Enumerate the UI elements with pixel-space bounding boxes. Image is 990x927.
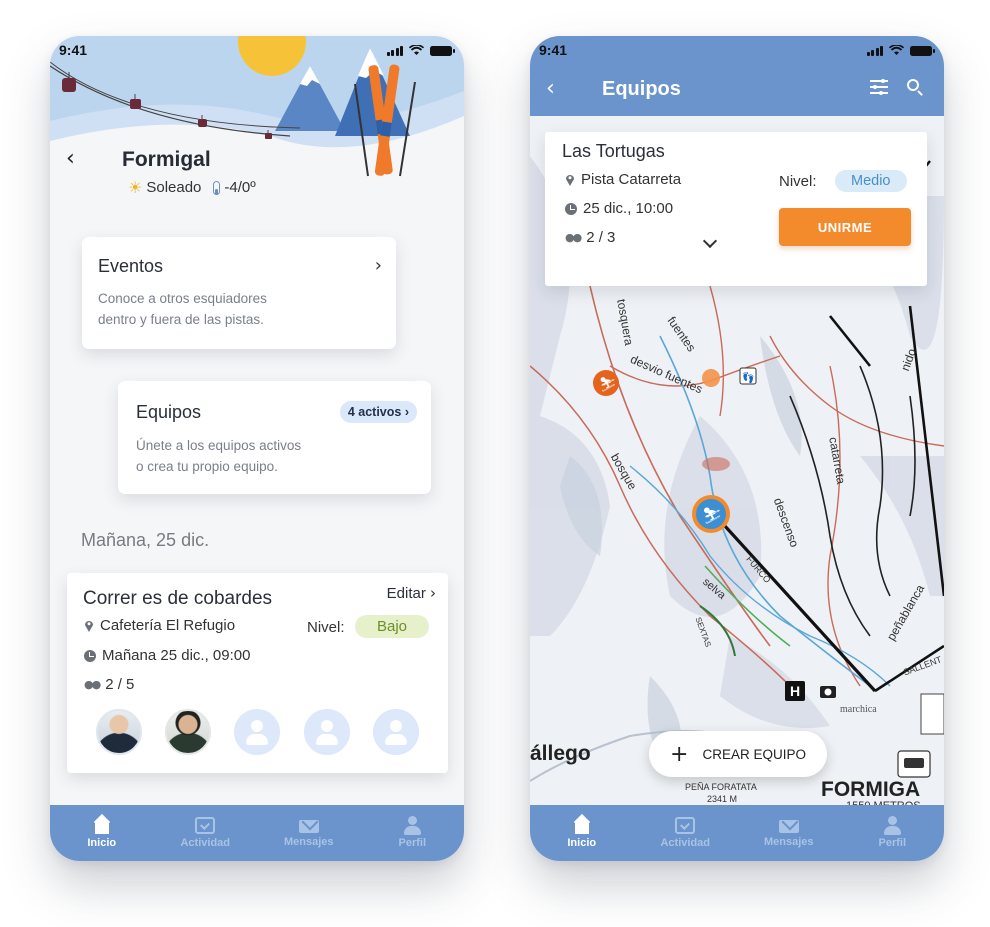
filter-icon[interactable] [870,79,888,95]
tab-inicio[interactable]: Inicio [50,805,154,861]
location-pin-icon [566,175,574,186]
team-location-row: Pista Catarreta [565,171,681,188]
clock-icon [84,649,96,662]
team-card[interactable]: Las Tortugas Pista Catarreta Nivel: Medi… [545,132,927,286]
map-label-pena-foratata: PEÑA FORATATA [685,782,757,792]
event-members-row: ●● 2 / 5 [84,676,134,693]
active-teams-badge: 4 activos › [339,401,417,423]
thermometer-icon [213,180,221,195]
section-date-heading: Mañana, 25 dic. [81,530,210,550]
eventos-title: Eventos [98,256,164,276]
group-icon: ●● [84,678,101,691]
plus-icon: + [670,741,689,767]
page-title: Equipos [602,78,681,100]
home-screen: 9:41 ‹ Formigal ☀ Soleado -4/0º Eventos … [50,36,464,861]
bottom-tab-bar: Inicio Actividad Mensajes Perfil [530,805,944,861]
edit-button[interactable]: Editar › [387,584,436,602]
bottom-tab-bar: Inicio Actividad Mensajes Perfil [50,805,464,861]
tab-inicio[interactable]: Inicio [530,805,634,861]
signal-icon [386,45,403,56]
map-label-formigal: FORMIGA [821,778,921,801]
location-pin-icon [85,621,93,632]
mail-icon [298,820,319,833]
event-time-row: Mañana 25 dic., 09:00 [84,647,250,664]
home-icon [92,817,112,834]
svg-text:H: H [790,683,800,699]
chevron-down-icon[interactable] [702,233,718,249]
tab-actividad[interactable]: Actividad [154,805,258,861]
map-label-pena-altitude: 2341 M [707,794,738,804]
calendar-check-icon [195,817,216,834]
svg-text:👣: 👣 [742,371,754,384]
mail-icon [778,820,799,833]
user-icon [882,816,902,835]
map-label-marchica: marchica [840,704,877,715]
team-members: 2 / 3 [586,229,616,246]
group-icon: ●● [565,231,582,244]
tab-mensajes[interactable]: Mensajes [257,805,361,861]
level-badge: Medio [835,170,907,192]
eventos-card[interactable]: Eventos › Conoce a otros esquiadores den… [82,237,396,349]
weather-temperature: -4/0º [224,179,256,196]
team-members-row: ●● 2 / 3 [565,229,615,246]
back-button[interactable]: ‹ [546,76,555,101]
tab-actividad[interactable]: Actividad [634,805,738,861]
event-time: Mañana 25 dic., 09:00 [102,647,251,664]
join-button[interactable]: UNIRME [779,208,911,246]
battery-icon [430,46,455,56]
equipos-description: Únete a los equipos activos o crea tu pr… [136,438,302,474]
event-members: 2 / 5 [105,676,135,693]
battery-icon [910,46,935,56]
search-icon[interactable] [907,79,919,91]
empty-slot-avatar[interactable] [373,709,419,755]
teams-map-screen: H ⛷ 👣 ⛷ tosquera fuentes desvio fuentes … [530,36,944,861]
team-location: Pista Catarreta [581,171,682,188]
svg-text:⛷: ⛷ [702,506,722,525]
tab-mensajes[interactable]: Mensajes [737,805,841,861]
chevron-right-icon: › [374,255,382,276]
member-avatar[interactable] [96,709,142,755]
team-time: 25 dic., 10:00 [583,200,674,217]
empty-slot-avatar[interactable] [234,709,280,755]
status-time: 9:41 [539,42,568,58]
eventos-description: Conoce a otros esquiadores dentro y fuer… [98,291,267,327]
home-icon [572,817,592,834]
empty-slot-avatar[interactable] [304,709,350,755]
calendar-check-icon [675,817,696,834]
create-team-button[interactable]: + CREAR EQUIPO [649,731,827,777]
equipos-card[interactable]: Equipos 4 activos › Únete a los equipos … [118,381,431,494]
event-location: Cafetería El Refugio [100,617,236,634]
team-name: Las Tortugas [562,141,665,161]
resort-name: Formigal [122,148,211,171]
level-label: Nivel: [779,173,817,190]
clock-icon [565,202,577,215]
signal-icon [866,45,883,56]
create-team-label: CREAR EQUIPO [702,746,806,762]
wifi-icon [889,45,904,55]
status-bar: 9:41 [50,36,464,66]
level-badge: Bajo [355,615,430,638]
map-label-gallego: állego [530,742,591,765]
back-button[interactable]: ‹ [66,146,75,171]
event-title: Correr es de cobardes [83,588,273,609]
tab-perfil[interactable]: Perfil [841,805,945,861]
svg-text:⛷: ⛷ [599,377,617,393]
status-time: 9:41 [59,42,88,58]
user-icon [402,816,422,835]
tab-perfil[interactable]: Perfil [361,805,465,861]
event-location-row: Cafetería El Refugio [84,617,235,634]
status-bar: 9:41 [530,36,944,66]
equipos-title: Equipos [136,402,202,422]
weather-condition: Soleado [146,179,202,196]
team-time-row: 25 dic., 10:00 [565,200,673,217]
member-avatar[interactable] [165,709,211,755]
weather-info: ☀ Soleado -4/0º [128,178,256,197]
sun-icon: ☀ [128,178,143,197]
mountain-hero-illustration [50,36,464,241]
event-card[interactable]: Correr es de cobardes Editar › Cafetería… [67,573,448,773]
level-label: Nivel: [307,619,345,636]
wifi-icon [409,45,424,55]
